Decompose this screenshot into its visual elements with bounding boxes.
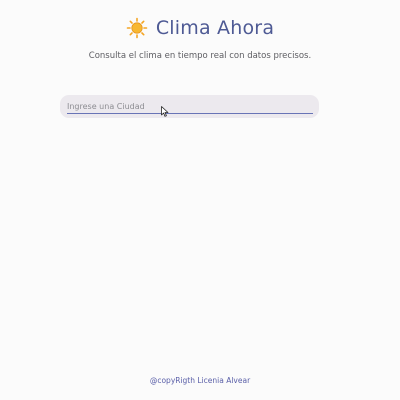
search-container: [60, 95, 319, 118]
sun-icon: [126, 17, 148, 39]
footer-copyright: @copyRigth Licenia Alvear: [149, 376, 251, 385]
app-header: Clima Ahora: [0, 13, 400, 43]
mouse-cursor-icon: [161, 106, 169, 117]
page-subtitle: Consulta el clima en tiempo real con dat…: [88, 51, 312, 61]
app-title: Clima Ahora: [155, 17, 275, 39]
city-search-input[interactable]: [67, 99, 313, 114]
